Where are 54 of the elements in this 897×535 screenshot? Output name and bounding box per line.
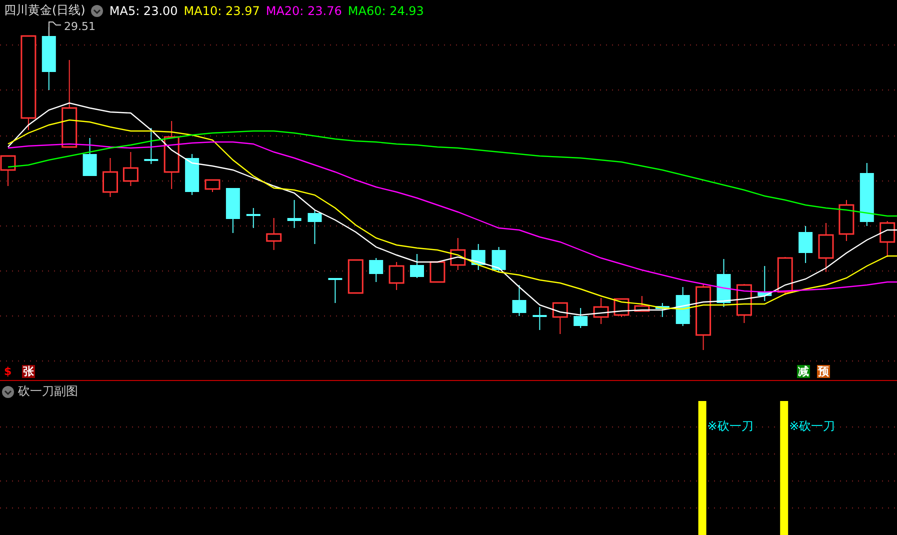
signal-badge: 张 [22,365,35,378]
candlestick [777,256,793,296]
candlestick [758,266,772,302]
candlestick [369,258,384,282]
candlestick [185,154,200,196]
candlestick [164,120,180,190]
high-price-label: 29.51 [64,20,96,33]
candlestick [655,302,670,318]
candlestick [838,200,854,242]
candlestick [798,226,813,264]
candlestick [552,302,568,334]
stock-title: 四川黄金(日线) [4,2,86,19]
candlestick [450,238,466,270]
candlestick [122,152,138,186]
candlestick [226,188,240,234]
candlestick [492,246,506,272]
candlestick [818,222,834,272]
candlestick [430,261,446,283]
candlestick [410,254,424,278]
candlestick [328,278,342,304]
candlestick [471,244,486,270]
candlestick [676,286,690,326]
candlestick [593,298,609,324]
flag-icon [48,22,62,36]
candlestick [308,210,322,244]
signal-label: ※砍一刀 [789,418,836,435]
indicator-value: MA10: 23.97 [184,4,260,18]
signal-label: ※砍一刀 [707,418,754,435]
candlestick [287,200,302,228]
candlestick [736,284,752,324]
indicator-value: MA20: 23.76 [266,4,342,18]
indicator-value: MA5: 23.00 [109,4,178,18]
candlestick [696,284,712,350]
candlestick [204,179,220,192]
candlestick [82,138,97,176]
subchart-title: 砍一刀副图 [18,383,78,400]
candlestick [716,258,731,308]
candlestick [144,128,158,164]
indicator-value: MA60: 24.93 [348,4,424,18]
dropdown-icon[interactable] [2,386,14,398]
candlestick [860,162,874,226]
signal-badge: 预 [817,365,830,378]
candlestick [574,308,588,328]
candlestick [634,296,650,312]
signal-badge: 减 [797,365,810,378]
candlestick [512,284,526,316]
candlestick [102,158,118,198]
dropdown-icon[interactable] [91,4,104,16]
candlestick [246,208,260,228]
candlestick [388,262,404,290]
candlestick [348,259,364,294]
candlestick [532,306,547,330]
candlestick [266,218,282,250]
signal-glyph: $ [3,365,13,378]
